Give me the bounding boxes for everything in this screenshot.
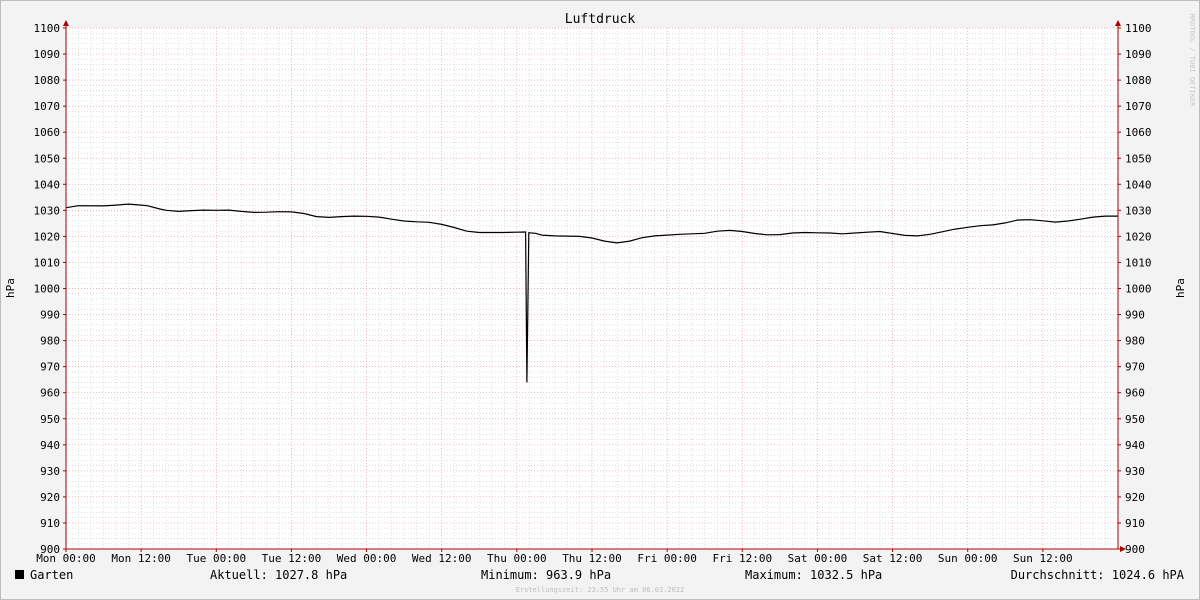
y-axis-label-right: hPa [1174, 278, 1187, 298]
x-tick-label: Mon 12:00 [111, 552, 171, 565]
y-tick-label-left: 1070 [34, 100, 61, 113]
x-tick-label: Thu 12:00 [562, 552, 622, 565]
y-axis-label-left: hPa [4, 278, 17, 298]
y-tick-label-left: 1060 [34, 126, 61, 139]
y-tick-label-left: 920 [40, 491, 60, 504]
x-tick-label: Wed 00:00 [337, 552, 397, 565]
x-tick-label: Tue 12:00 [262, 552, 322, 565]
rrdtool-watermark: RRDTOOL / TOBI OETIKER [1188, 14, 1196, 108]
y-tick-label-right: 1100 [1125, 22, 1152, 35]
legend-durchschnitt: Durchschnitt: 1024.6 hPA [1011, 568, 1185, 582]
y-tick-label-left: 1030 [34, 204, 61, 217]
y-tick-label-left: 1000 [34, 283, 61, 296]
chart-title: Luftdruck [565, 12, 636, 27]
y-tick-label-right: 1070 [1125, 100, 1152, 113]
y-tick-label-left: 1080 [34, 74, 61, 87]
x-tick-label: Thu 00:00 [487, 552, 547, 565]
y-tick-label-left: 950 [40, 413, 60, 426]
y-tick-label-left: 1010 [34, 256, 61, 269]
y-tick-label-left: 940 [40, 439, 60, 452]
y-tick-label-right: 930 [1125, 465, 1145, 478]
y-tick-label-left: 1040 [34, 178, 61, 191]
y-tick-label-left: 1090 [34, 48, 61, 61]
creation-time: Erstellungszeit: 23:55 Uhr am 06.03.2022 [516, 586, 685, 594]
x-tick-label: Fri 12:00 [712, 552, 772, 565]
y-tick-label-right: 920 [1125, 491, 1145, 504]
y-tick-label-left: 980 [40, 335, 60, 348]
y-tick-label-left: 1050 [34, 152, 61, 165]
y-tick-label-right: 1080 [1125, 74, 1152, 87]
legend-minimum: Minimum: 963.9 hPa [481, 568, 611, 582]
y-tick-label-left: 910 [40, 517, 60, 530]
y-tick-label-left: 1100 [34, 22, 61, 35]
x-tick-label: Sun 00:00 [938, 552, 998, 565]
y-tick-label-right: 1010 [1125, 256, 1152, 269]
y-tick-label-right: 900 [1125, 543, 1145, 556]
y-tick-label-right: 1060 [1125, 126, 1152, 139]
y-tick-label-right: 1030 [1125, 204, 1152, 217]
x-tick-label: Sat 12:00 [863, 552, 923, 565]
x-tick-label: Fri 00:00 [637, 552, 697, 565]
x-tick-label: Sun 12:00 [1013, 552, 1073, 565]
y-tick-label-right: 1040 [1125, 178, 1152, 191]
chart-root: Luftdruck hPa hPa RRDTOOL / TOBI OETIKER… [0, 0, 1200, 600]
y-tick-label-left: 930 [40, 465, 60, 478]
y-tick-label-left: 990 [40, 309, 60, 322]
y-tick-label-right: 970 [1125, 361, 1145, 374]
y-tick-label-left: 1020 [34, 230, 61, 243]
y-tick-label-right: 1000 [1125, 283, 1152, 296]
y-tick-label-right: 1020 [1125, 230, 1152, 243]
x-tick-label: Mon 00:00 [36, 552, 96, 565]
legend-swatch-garten [15, 570, 24, 579]
legend-series-name: Garten [30, 568, 73, 582]
y-tick-label-right: 1090 [1125, 48, 1152, 61]
y-tick-label-right: 940 [1125, 439, 1145, 452]
legend-maximum: Maximum: 1032.5 hPa [745, 568, 882, 582]
y-tick-label-right: 950 [1125, 413, 1145, 426]
y-tick-label-left: 960 [40, 387, 60, 400]
y-tick-label-left: 970 [40, 361, 60, 374]
x-tick-label: Wed 12:00 [412, 552, 472, 565]
y-tick-label-right: 960 [1125, 387, 1145, 400]
legend-aktuell: Aktuell: 1027.8 hPa [210, 568, 347, 582]
y-tick-label-right: 910 [1125, 517, 1145, 530]
y-tick-label-right: 990 [1125, 309, 1145, 322]
x-tick-label: Sat 00:00 [788, 552, 848, 565]
y-tick-label-right: 980 [1125, 335, 1145, 348]
y-tick-label-right: 1050 [1125, 152, 1152, 165]
x-tick-label: Tue 00:00 [186, 552, 246, 565]
